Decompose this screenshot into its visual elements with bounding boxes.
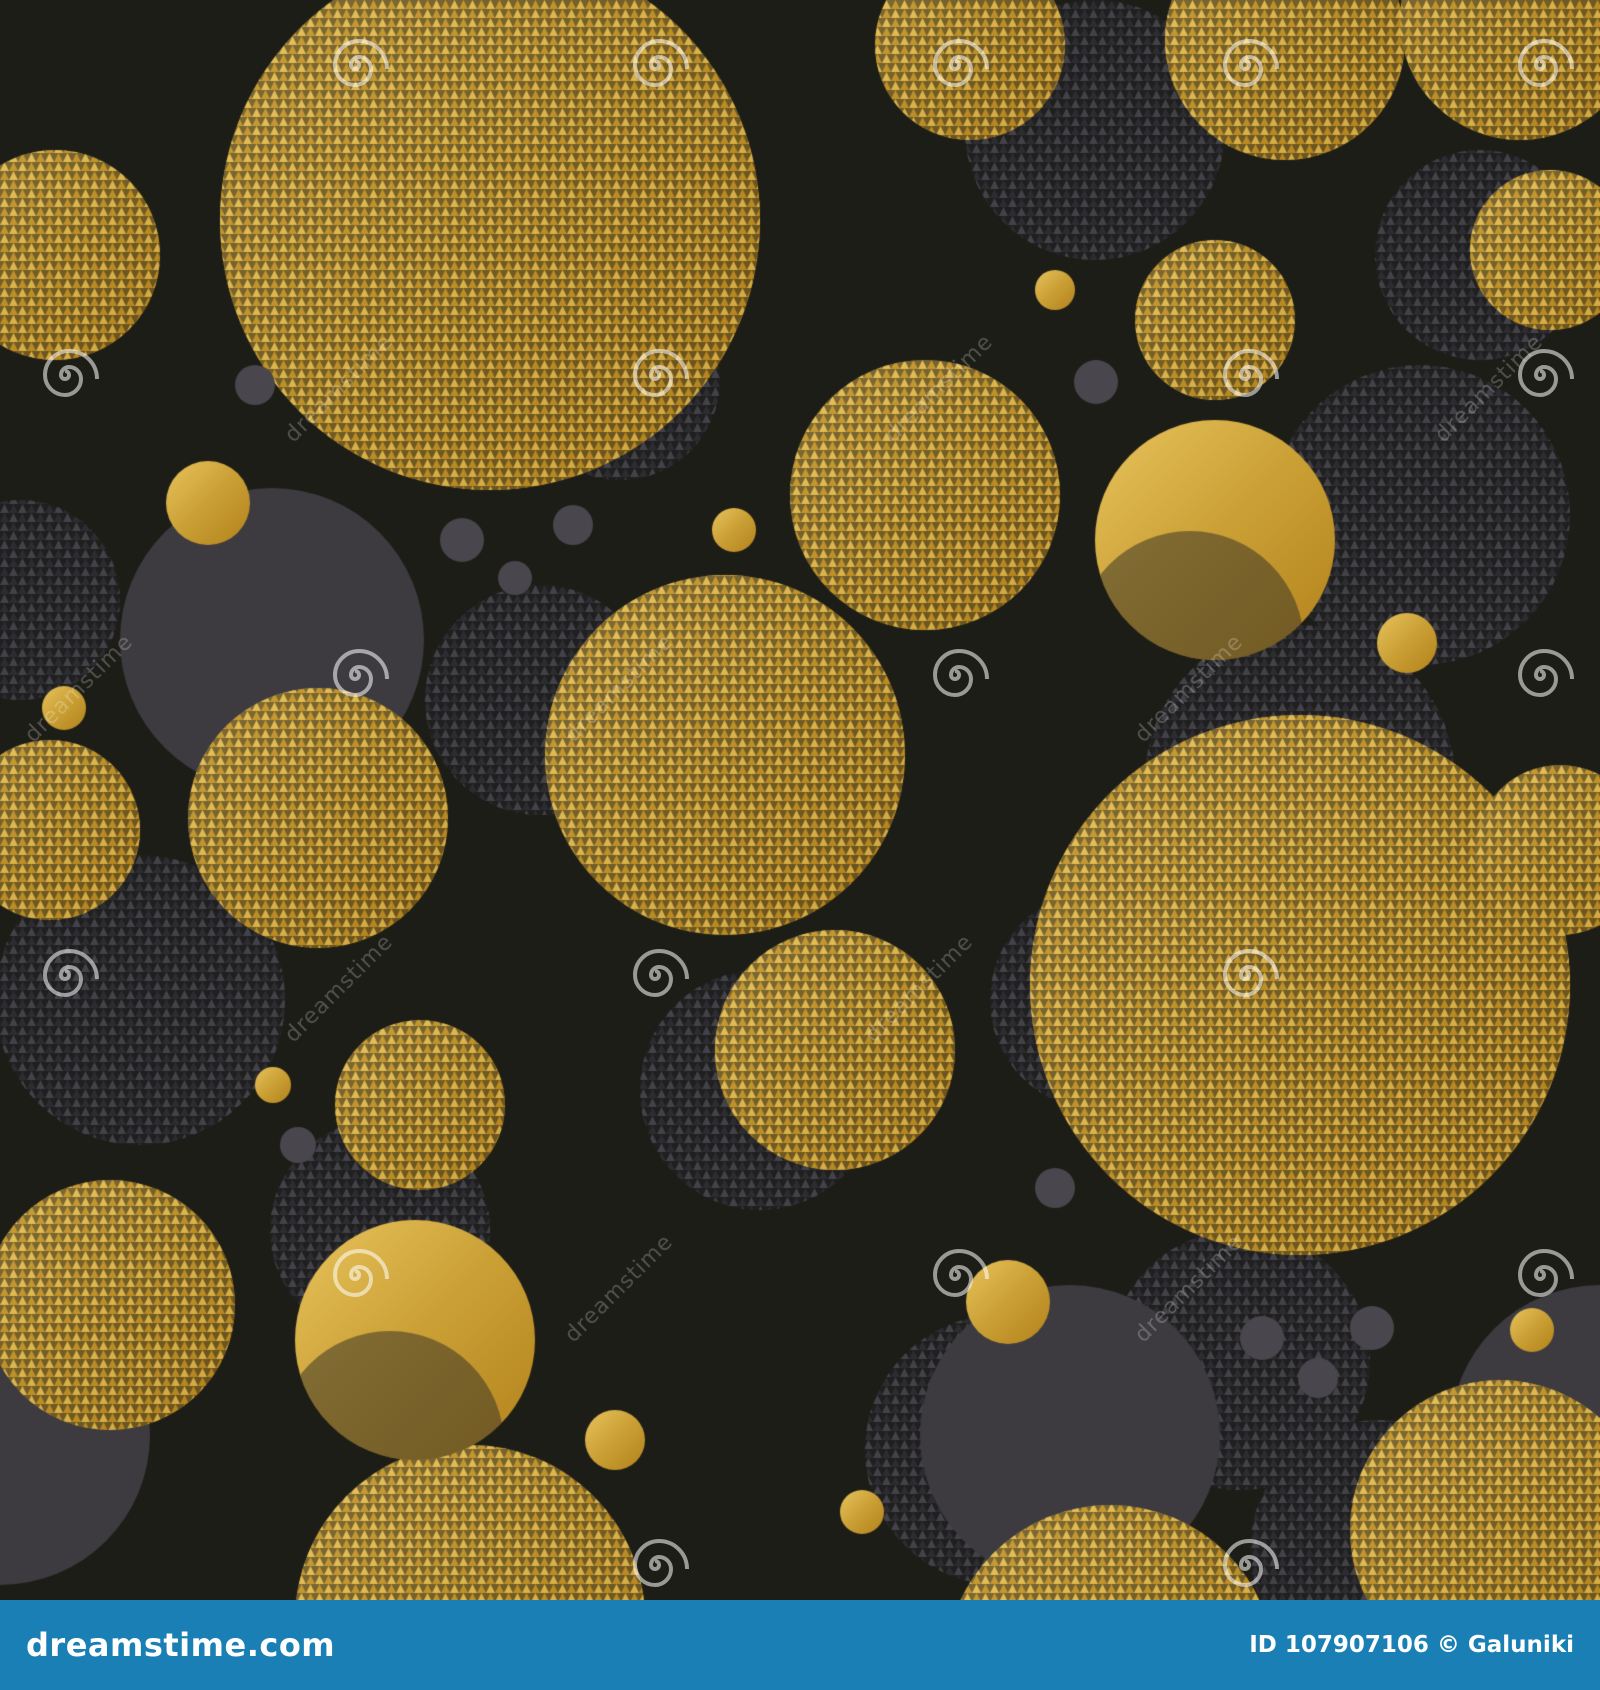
footer-bar: dreamstime.com ID 107907106 © Galuniki (0, 1600, 1600, 1690)
author-credit: © Galuniki (1436, 1632, 1574, 1658)
footer-site-name: dreamstime.com (26, 1626, 336, 1664)
stock-image: dreamstime dreamstime dreamstime dreamstime… (0, 0, 1600, 1690)
gold-dark-circle-pattern (0, 0, 1600, 1600)
footer-credit: ID 107907106 © Galuniki (1249, 1632, 1574, 1658)
image-id: ID 107907106 (1249, 1632, 1429, 1658)
